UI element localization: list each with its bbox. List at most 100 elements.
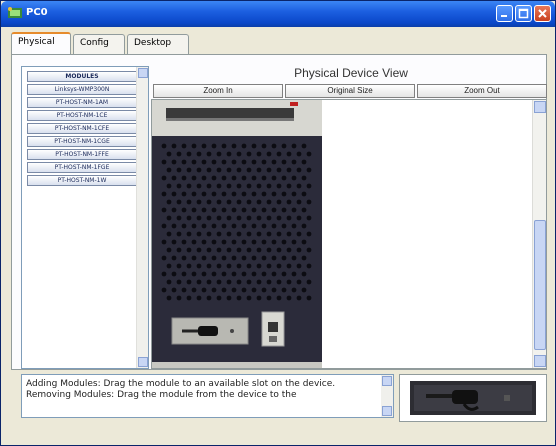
title-bar[interactable]: PC0: [1, 1, 555, 27]
tab-physical[interactable]: Physical: [11, 32, 71, 55]
vent-hole: [266, 263, 272, 269]
vent-hole: [196, 183, 202, 189]
maximize-icon: [518, 8, 529, 19]
vent-hole: [281, 191, 287, 197]
vent-hole: [296, 279, 302, 285]
vent-hole: [246, 295, 252, 301]
scroll-up-arrow-icon[interactable]: [534, 101, 546, 113]
vent-hole: [226, 247, 232, 253]
module-item[interactable]: Linksys-WMP300N: [27, 84, 137, 95]
vent-hole: [171, 255, 177, 261]
vent-hole: [306, 151, 312, 157]
original-size-button[interactable]: Original Size: [285, 84, 415, 98]
vent-hole: [296, 215, 302, 221]
module-preview: [399, 374, 547, 422]
modules-scrollbar[interactable]: [136, 67, 148, 368]
zoom-in-button[interactable]: Zoom In: [153, 84, 283, 98]
vent-hole: [281, 287, 287, 293]
vent-hole: [221, 159, 227, 165]
vent-hole: [301, 239, 307, 245]
vent-hole: [286, 215, 292, 221]
vent-hole: [261, 159, 267, 165]
vent-hole: [181, 175, 187, 181]
vent-hole: [221, 175, 227, 181]
module-item[interactable]: PT-HOST-NM-1CE: [27, 110, 137, 121]
scroll-down-arrow-icon[interactable]: [534, 355, 546, 367]
vent-hole: [241, 223, 247, 229]
vent-hole: [186, 215, 192, 221]
vent-hole: [206, 151, 212, 157]
vent-hole: [186, 167, 192, 173]
scroll-down-arrow-icon[interactable]: [382, 406, 392, 416]
vent-hole: [251, 175, 257, 181]
vent-hole: [291, 207, 297, 213]
scroll-up-arrow-icon[interactable]: [382, 376, 392, 386]
vent-hole: [226, 279, 232, 285]
vent-hole: [291, 223, 297, 229]
vent-hole: [211, 207, 217, 213]
vent-hole: [306, 263, 312, 269]
vent-hole: [286, 263, 292, 269]
vent-hole: [241, 143, 247, 149]
vent-hole: [171, 143, 177, 149]
vent-hole: [236, 215, 242, 221]
tab-config[interactable]: Config: [73, 34, 125, 54]
module-item[interactable]: PT-HOST-NM-1CGE: [27, 136, 137, 147]
vent-hole: [176, 279, 182, 285]
vent-hole: [286, 151, 292, 157]
vent-hole: [161, 207, 167, 213]
vent-hole: [296, 199, 302, 205]
vent-hole: [161, 191, 167, 197]
module-item[interactable]: PT-HOST-NM-1AM: [27, 97, 137, 108]
vent-hole: [201, 191, 207, 197]
vent-hole: [301, 175, 307, 181]
module-item[interactable]: PT-HOST-NM-1FFE: [27, 149, 137, 160]
minimize-button[interactable]: [496, 5, 513, 22]
vent-hole: [186, 231, 192, 237]
vent-hole: [211, 143, 217, 149]
scroll-up-arrow-icon[interactable]: [138, 68, 148, 78]
vent-hole: [256, 151, 262, 157]
vent-hole: [196, 295, 202, 301]
vent-hole: [286, 231, 292, 237]
maximize-button[interactable]: [515, 5, 532, 22]
vent-hole: [226, 183, 232, 189]
module-item[interactable]: PT-HOST-NM-1FGE: [27, 162, 137, 173]
vent-hole: [246, 199, 252, 205]
vent-hole: [166, 263, 172, 269]
info-scrollbar[interactable]: [381, 375, 393, 417]
vent-hole: [271, 239, 277, 245]
vent-hole: [196, 199, 202, 205]
vent-hole: [261, 143, 267, 149]
vent-hole: [306, 279, 312, 285]
vent-hole: [166, 279, 172, 285]
zoom-out-button[interactable]: Zoom Out: [417, 84, 547, 98]
vent-hole: [256, 295, 262, 301]
vent-hole: [211, 239, 217, 245]
vent-hole: [176, 247, 182, 253]
vent-hole: [276, 247, 282, 253]
module-item[interactable]: PT-HOST-NM-1W: [27, 175, 137, 186]
vent-hole: [266, 279, 272, 285]
vent-hole: [291, 287, 297, 293]
scroll-thumb[interactable]: [534, 220, 546, 350]
vent-hole: [276, 295, 282, 301]
viewer-scrollbar[interactable]: [532, 100, 546, 368]
vent-hole: [191, 223, 197, 229]
vent-hole: [281, 143, 287, 149]
vent-hole: [176, 295, 182, 301]
vent-hole: [191, 175, 197, 181]
pc-device-image[interactable]: [152, 100, 547, 369]
tab-desktop[interactable]: Desktop: [127, 34, 189, 54]
scroll-down-arrow-icon[interactable]: [138, 357, 148, 367]
vent-hole: [226, 151, 232, 157]
physical-device-view[interactable]: [151, 99, 547, 369]
vent-hole: [201, 175, 207, 181]
vent-hole: [256, 263, 262, 269]
vent-hole: [241, 191, 247, 197]
module-item[interactable]: PT-HOST-NM-1CFE: [27, 123, 137, 134]
vent-hole: [251, 143, 257, 149]
close-button[interactable]: [534, 5, 551, 22]
vent-hole: [251, 271, 257, 277]
vent-hole: [166, 215, 172, 221]
